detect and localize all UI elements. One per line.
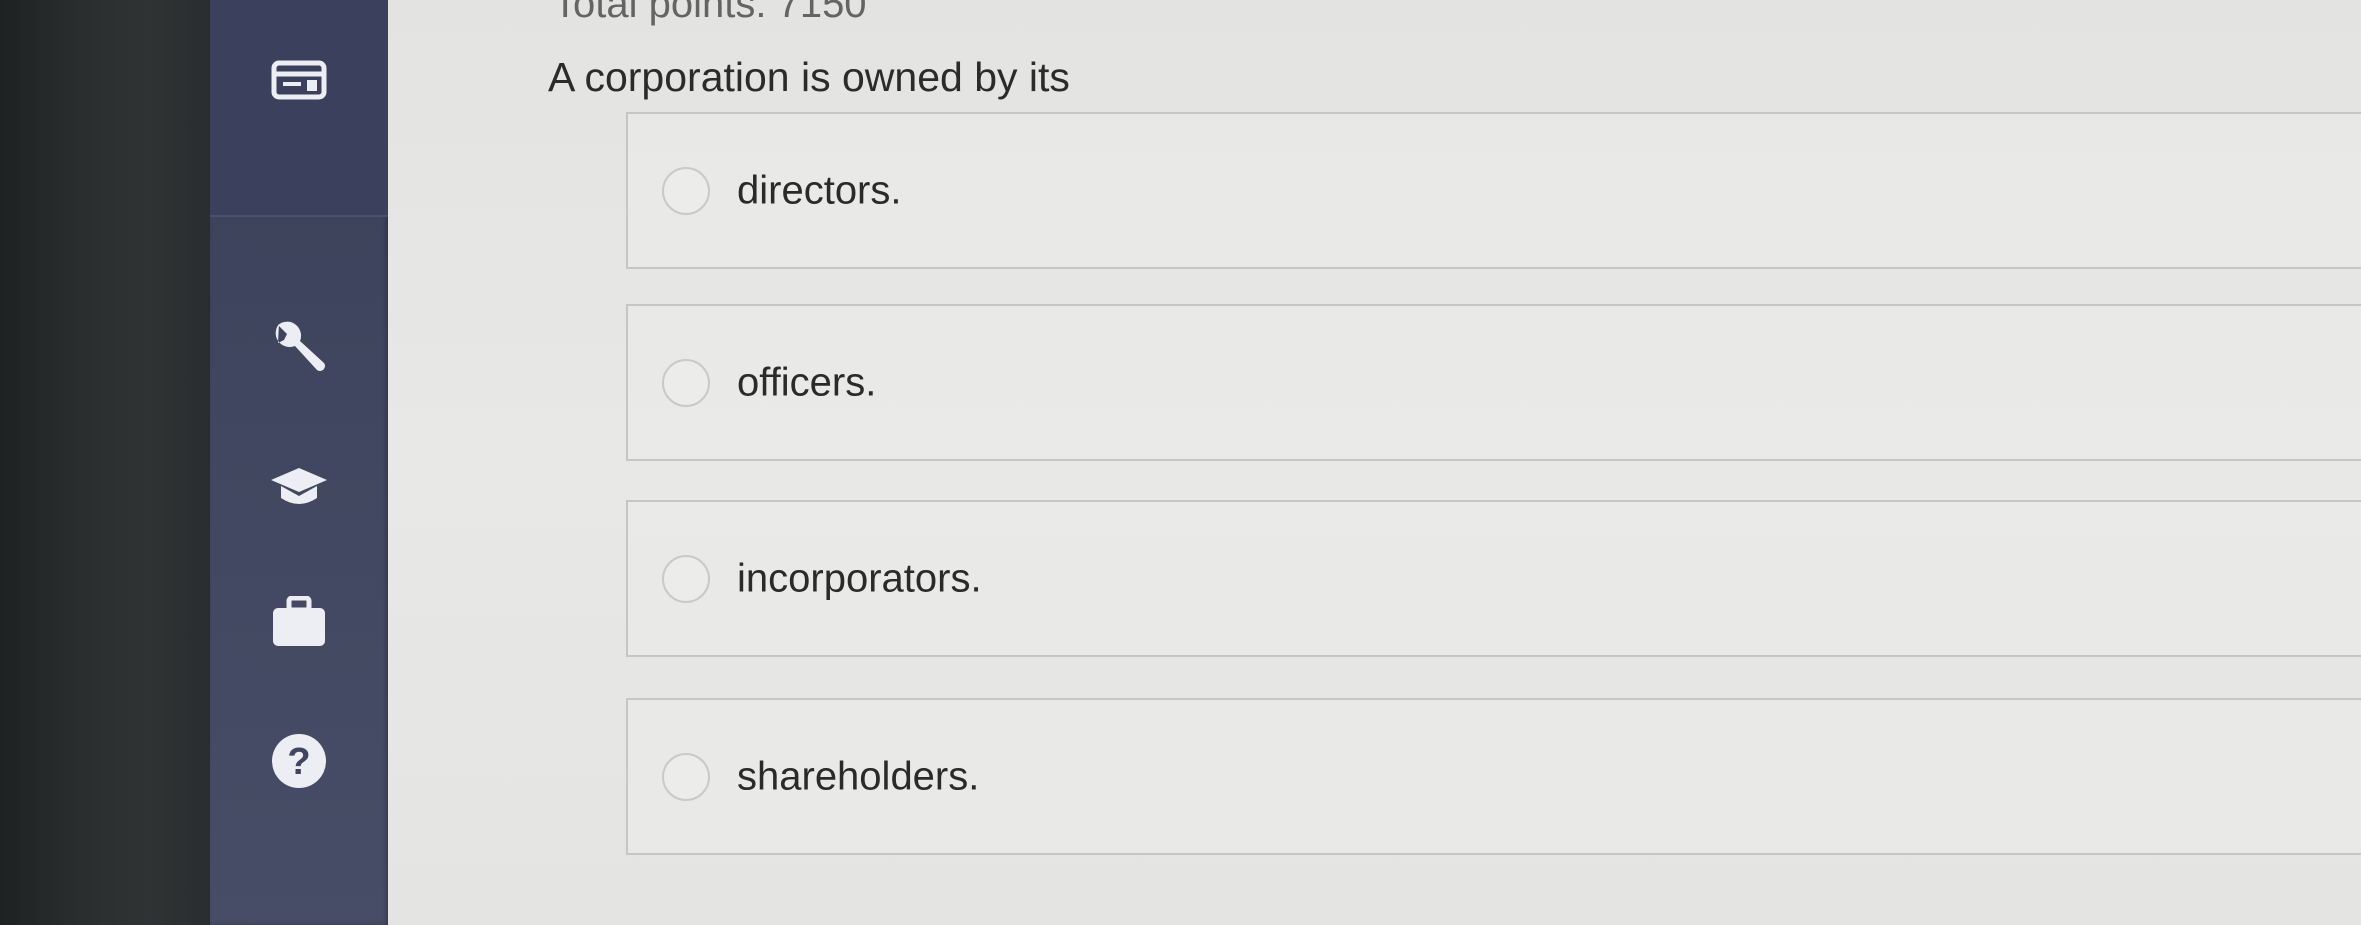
question-text: A corporation is owned by its (548, 54, 1070, 100)
option-label: officers. (737, 360, 877, 404)
answer-option-directors[interactable]: directors. (626, 112, 2361, 269)
wrench-icon[interactable] (269, 318, 329, 378)
help-glyph: ? (287, 741, 310, 783)
answer-option-shareholders[interactable]: shareholders. (626, 698, 2361, 855)
radio-button[interactable] (662, 554, 710, 603)
briefcase-icon[interactable] (271, 596, 327, 648)
help-icon[interactable]: ? (270, 732, 328, 790)
screen-bezel (0, 0, 210, 925)
answer-option-officers[interactable]: officers. (626, 304, 2361, 461)
option-label: shareholders. (737, 754, 980, 798)
option-label: incorporators. (737, 556, 982, 600)
sidebar-top-section (210, 0, 388, 217)
sidebar: ? (210, 0, 388, 925)
radio-button[interactable] (662, 752, 710, 801)
layout-icon[interactable] (271, 60, 327, 100)
answer-option-incorporators[interactable]: incorporators. (626, 500, 2361, 657)
option-label: directors. (737, 168, 902, 212)
graduation-cap-icon[interactable] (269, 462, 329, 512)
radio-button[interactable] (662, 166, 710, 215)
question-panel: Total points: 7150 A corporation is owne… (388, 0, 2361, 925)
radio-button[interactable] (662, 358, 710, 407)
total-points-label: Total points: 7150 (553, 0, 867, 26)
